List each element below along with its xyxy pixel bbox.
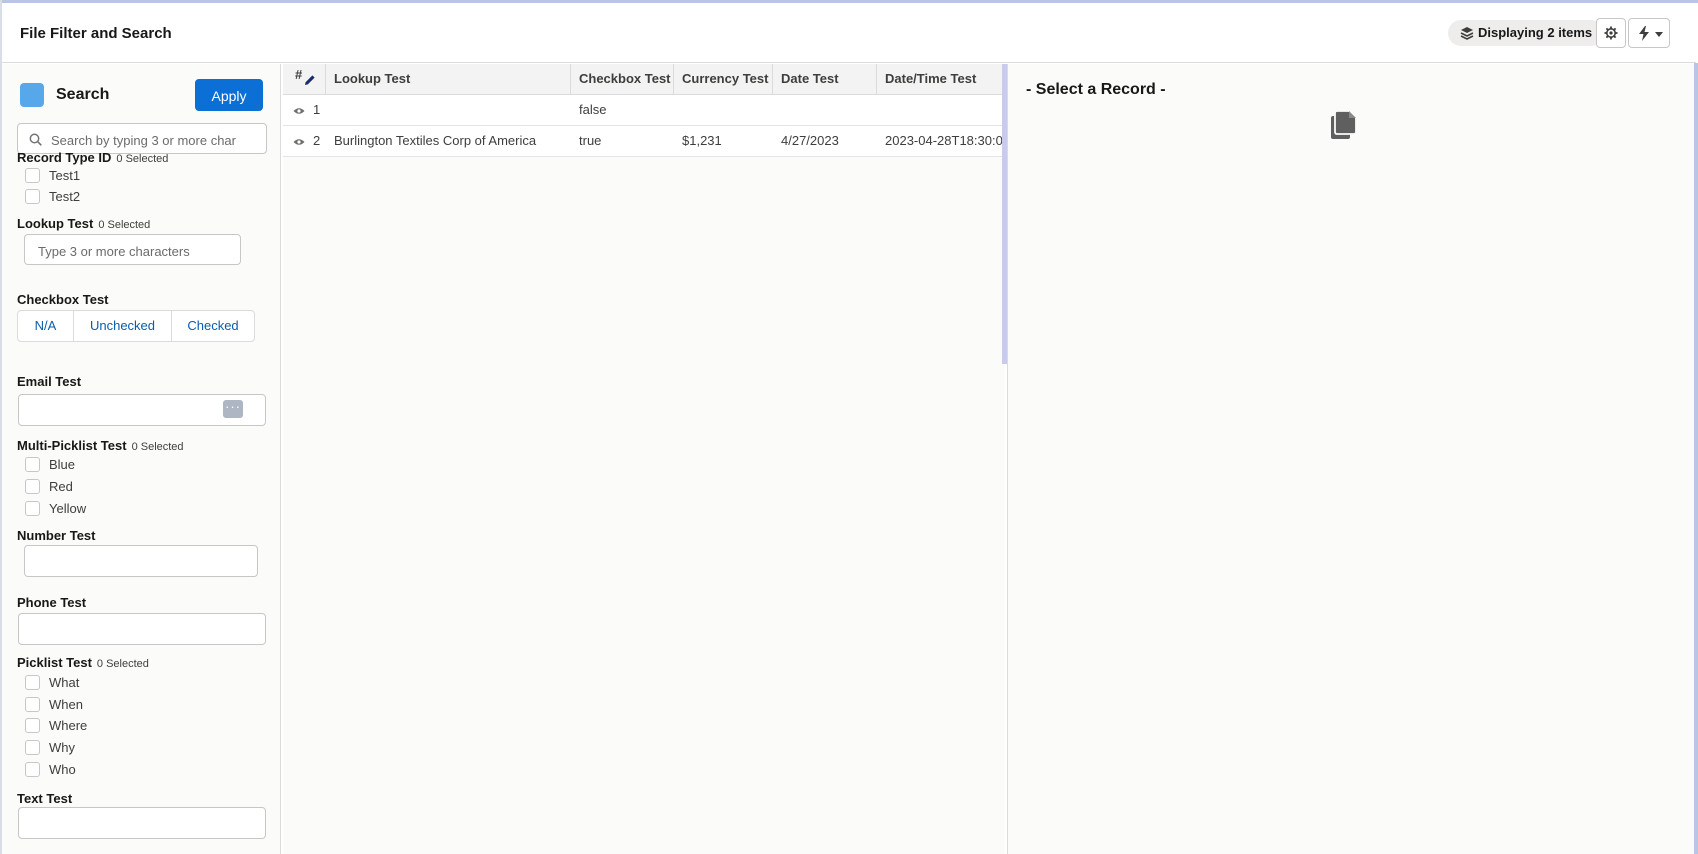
bolt-icon [1639,26,1649,41]
picklist-selected-count: 0 Selected [96,658,149,670]
checkbox[interactable] [25,501,40,516]
lookup-label: Lookup Test [17,216,94,231]
actions-menu-button[interactable] [1628,18,1670,48]
results-table: # Lookup Test Checkbox Test Currency Tes… [283,64,1005,854]
checkbox[interactable] [25,189,40,204]
copy-icon [1331,110,1357,139]
column-header-lookup[interactable]: Lookup Test [326,64,571,94]
lookup-input[interactable] [36,240,212,262]
search-input[interactable] [49,129,263,151]
cell-currency: $1,231 [682,133,722,148]
row-number: 2 [313,133,321,148]
checkbox[interactable] [25,457,40,472]
phone-field[interactable] [18,613,266,645]
table-row[interactable]: 2 Burlington Textiles Corp of America tr… [283,126,1003,157]
window-right-border [1694,63,1698,854]
filter-sidebar: Search Apply Record Type ID 0 Selected Te… [2,64,281,854]
pencil-icon[interactable] [304,74,316,86]
record-detail-panel: - Select a Record - [1007,64,1694,854]
cell-lookup: Burlington Textiles Corp of America [334,133,537,148]
app-header: File Filter and Search Displaying 2 item… [2,3,1696,63]
text-test-label: Text Test [17,791,73,806]
text-field[interactable] [18,807,266,839]
eye-icon[interactable] [293,138,305,146]
lookup-field[interactable] [24,234,241,265]
cell-date: 4/27/2023 [781,133,839,148]
checkbox[interactable] [25,740,40,755]
apply-button[interactable]: Apply [195,79,263,111]
app-title: File Filter and Search [20,25,172,42]
cell-datetime: 2023-04-28T18:30:00 [885,133,1003,148]
option-label: What [49,675,80,690]
picklist-label: Picklist Test [17,655,92,670]
column-header-date[interactable]: Date Test [773,64,877,94]
layers-icon [1460,27,1474,40]
checkbox[interactable] [25,697,40,712]
hash-label: # [295,67,303,82]
item-count-label: Displaying 2 items [1478,25,1593,40]
column-header-currency[interactable]: Currency Test [674,64,773,94]
option-label: When [49,697,83,712]
cell-currency [674,95,773,125]
multi-picklist-label: Multi-Picklist Test [17,438,127,453]
checkbox[interactable] [25,168,40,183]
option-label: Why [49,740,75,755]
segment-checked[interactable]: Checked [172,311,254,341]
multi-picklist-selected-count: 0 Selected [131,441,184,453]
segment-unchecked[interactable]: Unchecked [74,311,172,341]
checkbox-test-label: Checkbox Test [17,292,109,307]
checkbox[interactable] [25,675,40,690]
option-label: Blue [49,457,76,472]
text-input[interactable] [30,813,231,835]
number-input[interactable] [36,551,226,573]
search-icon [29,133,42,146]
search-panel-icon [20,83,44,107]
option-label: Test1 [49,168,81,183]
cell-date [773,95,877,125]
cell-checkbox: false [579,102,607,117]
more-icon[interactable]: ··· [223,400,243,418]
option-label: Test2 [49,189,81,204]
option-label: Where [49,718,88,733]
number-field[interactable] [24,545,258,577]
table-header: # Lookup Test Checkbox Test Currency Tes… [283,64,1003,95]
table-row[interactable]: 1 false [283,95,1003,126]
option-label: Red [49,479,73,494]
sidebar-title: Search [56,86,110,103]
lookup-filter-label: Lookup Test 0 Selected [17,216,150,231]
eye-icon[interactable] [293,107,305,115]
record-type-label: Record Type ID [17,150,112,165]
settings-button[interactable] [1596,18,1626,48]
record-type-selected-count: 0 Selected [116,153,169,165]
option-label: Who [49,762,76,777]
column-header-row-number: # [283,64,326,94]
picklist-filter-label: Picklist Test 0 Selected [17,655,149,670]
email-test-label: Email Test [17,374,82,389]
item-count-badge: Displaying 2 items [1448,20,1605,46]
checkbox-test-segmented-control: N/A Unchecked Checked [17,310,255,342]
row-number: 1 [313,102,321,117]
number-test-label: Number Test [17,528,96,543]
checkbox[interactable] [25,479,40,494]
email-field[interactable]: ··· [18,394,266,426]
cell-datetime [877,95,1003,125]
checkbox[interactable] [25,718,40,733]
phone-input[interactable] [30,619,231,641]
multi-picklist-filter-label: Multi-Picklist Test 0 Selected [17,438,184,453]
gear-icon [1604,26,1618,40]
lookup-selected-count: 0 Selected [98,219,151,231]
option-label: Yellow [49,501,87,516]
chevron-down-icon [1655,32,1663,37]
cell-checkbox: true [579,133,602,148]
phone-test-label: Phone Test [17,595,87,610]
detail-placeholder-title: - Select a Record - [1026,81,1166,98]
cell-lookup [326,95,571,125]
checkbox[interactable] [25,762,40,777]
column-header-datetime[interactable]: Date/Time Test [877,64,1003,94]
segment-na[interactable]: N/A [18,311,74,341]
record-type-filter-label: Record Type ID 0 Selected [17,150,168,165]
column-header-checkbox[interactable]: Checkbox Test [571,64,674,94]
email-input[interactable] [30,400,214,422]
